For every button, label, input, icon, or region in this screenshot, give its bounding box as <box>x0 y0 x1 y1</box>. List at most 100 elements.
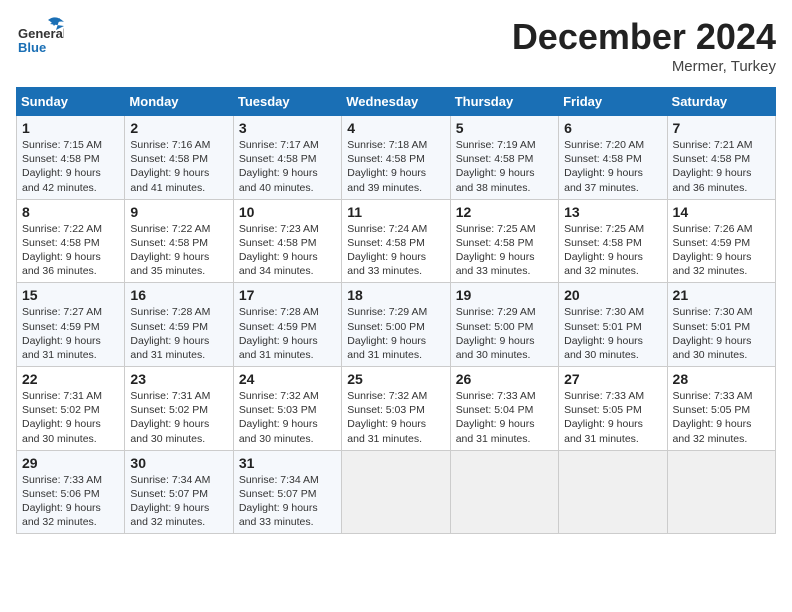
day-number: 3 <box>239 120 336 136</box>
day-info: Sunrise: 7:18 AMSunset: 4:58 PMDaylight:… <box>347 139 427 194</box>
calendar-week-5: 29 Sunrise: 7:33 AMSunset: 5:06 PMDaylig… <box>17 450 776 534</box>
day-number: 10 <box>239 204 336 220</box>
calendar-cell <box>450 450 558 534</box>
day-info: Sunrise: 7:29 AMSunset: 5:00 PMDaylight:… <box>347 306 427 361</box>
day-number: 17 <box>239 287 336 303</box>
calendar-subtitle: Mermer, Turkey <box>512 58 776 75</box>
col-wednesday: Wednesday <box>342 88 450 116</box>
calendar-cell: 23 Sunrise: 7:31 AMSunset: 5:02 PMDaylig… <box>125 367 233 451</box>
day-number: 26 <box>456 371 553 387</box>
calendar-cell: 19 Sunrise: 7:29 AMSunset: 5:00 PMDaylig… <box>450 283 558 367</box>
calendar-cell: 3 Sunrise: 7:17 AMSunset: 4:58 PMDayligh… <box>233 116 341 200</box>
day-info: Sunrise: 7:34 AMSunset: 5:07 PMDaylight:… <box>130 474 210 529</box>
day-number: 18 <box>347 287 444 303</box>
day-info: Sunrise: 7:31 AMSunset: 5:02 PMDaylight:… <box>130 390 210 445</box>
calendar-cell: 22 Sunrise: 7:31 AMSunset: 5:02 PMDaylig… <box>17 367 125 451</box>
day-info: Sunrise: 7:33 AMSunset: 5:06 PMDaylight:… <box>22 474 102 529</box>
calendar-cell: 7 Sunrise: 7:21 AMSunset: 4:58 PMDayligh… <box>667 116 775 200</box>
day-info: Sunrise: 7:33 AMSunset: 5:05 PMDaylight:… <box>564 390 644 445</box>
calendar-cell: 6 Sunrise: 7:20 AMSunset: 4:58 PMDayligh… <box>559 116 667 200</box>
calendar-cell: 16 Sunrise: 7:28 AMSunset: 4:59 PMDaylig… <box>125 283 233 367</box>
day-info: Sunrise: 7:22 AMSunset: 4:58 PMDaylight:… <box>22 223 102 278</box>
calendar-cell: 20 Sunrise: 7:30 AMSunset: 5:01 PMDaylig… <box>559 283 667 367</box>
day-number: 7 <box>673 120 770 136</box>
day-number: 20 <box>564 287 661 303</box>
calendar-week-4: 22 Sunrise: 7:31 AMSunset: 5:02 PMDaylig… <box>17 367 776 451</box>
day-info: Sunrise: 7:19 AMSunset: 4:58 PMDaylight:… <box>456 139 536 194</box>
calendar-cell: 1 Sunrise: 7:15 AMSunset: 4:58 PMDayligh… <box>17 116 125 200</box>
day-info: Sunrise: 7:34 AMSunset: 5:07 PMDaylight:… <box>239 474 319 529</box>
day-info: Sunrise: 7:32 AMSunset: 5:03 PMDaylight:… <box>239 390 319 445</box>
calendar-week-1: 1 Sunrise: 7:15 AMSunset: 4:58 PMDayligh… <box>17 116 776 200</box>
calendar-cell: 29 Sunrise: 7:33 AMSunset: 5:06 PMDaylig… <box>17 450 125 534</box>
day-info: Sunrise: 7:30 AMSunset: 5:01 PMDaylight:… <box>564 306 644 361</box>
day-info: Sunrise: 7:21 AMSunset: 4:58 PMDaylight:… <box>673 139 753 194</box>
title-block: December 2024 Mermer, Turkey <box>512 16 776 75</box>
day-info: Sunrise: 7:33 AMSunset: 5:04 PMDaylight:… <box>456 390 536 445</box>
logo: General Blue <box>16 16 64 69</box>
day-number: 19 <box>456 287 553 303</box>
calendar-cell: 30 Sunrise: 7:34 AMSunset: 5:07 PMDaylig… <box>125 450 233 534</box>
day-number: 25 <box>347 371 444 387</box>
svg-text:Blue: Blue <box>18 40 46 55</box>
calendar-cell: 24 Sunrise: 7:32 AMSunset: 5:03 PMDaylig… <box>233 367 341 451</box>
calendar-cell: 15 Sunrise: 7:27 AMSunset: 4:59 PMDaylig… <box>17 283 125 367</box>
calendar-cell: 2 Sunrise: 7:16 AMSunset: 4:58 PMDayligh… <box>125 116 233 200</box>
day-number: 5 <box>456 120 553 136</box>
calendar-title: December 2024 <box>512 16 776 58</box>
day-number: 24 <box>239 371 336 387</box>
day-info: Sunrise: 7:24 AMSunset: 4:58 PMDaylight:… <box>347 223 427 278</box>
col-monday: Monday <box>125 88 233 116</box>
calendar-cell: 27 Sunrise: 7:33 AMSunset: 5:05 PMDaylig… <box>559 367 667 451</box>
day-number: 23 <box>130 371 227 387</box>
day-number: 1 <box>22 120 119 136</box>
col-tuesday: Tuesday <box>233 88 341 116</box>
calendar-cell: 18 Sunrise: 7:29 AMSunset: 5:00 PMDaylig… <box>342 283 450 367</box>
day-info: Sunrise: 7:28 AMSunset: 4:59 PMDaylight:… <box>239 306 319 361</box>
day-info: Sunrise: 7:33 AMSunset: 5:05 PMDaylight:… <box>673 390 753 445</box>
day-info: Sunrise: 7:26 AMSunset: 4:59 PMDaylight:… <box>673 223 753 278</box>
calendar-cell <box>667 450 775 534</box>
calendar-cell: 14 Sunrise: 7:26 AMSunset: 4:59 PMDaylig… <box>667 199 775 283</box>
calendar-cell: 10 Sunrise: 7:23 AMSunset: 4:58 PMDaylig… <box>233 199 341 283</box>
day-number: 22 <box>22 371 119 387</box>
calendar-cell: 31 Sunrise: 7:34 AMSunset: 5:07 PMDaylig… <box>233 450 341 534</box>
calendar-cell <box>559 450 667 534</box>
day-number: 13 <box>564 204 661 220</box>
day-number: 9 <box>130 204 227 220</box>
calendar-cell: 25 Sunrise: 7:32 AMSunset: 5:03 PMDaylig… <box>342 367 450 451</box>
day-number: 31 <box>239 455 336 471</box>
col-thursday: Thursday <box>450 88 558 116</box>
logo-text: General Blue <box>16 16 64 69</box>
calendar-cell: 4 Sunrise: 7:18 AMSunset: 4:58 PMDayligh… <box>342 116 450 200</box>
day-number: 28 <box>673 371 770 387</box>
logo-icon: General Blue <box>16 16 64 64</box>
day-number: 15 <box>22 287 119 303</box>
col-friday: Friday <box>559 88 667 116</box>
page-header: General Blue December 2024 Mermer, Turke… <box>16 16 776 75</box>
day-number: 30 <box>130 455 227 471</box>
day-info: Sunrise: 7:17 AMSunset: 4:58 PMDaylight:… <box>239 139 319 194</box>
calendar-cell: 26 Sunrise: 7:33 AMSunset: 5:04 PMDaylig… <box>450 367 558 451</box>
header-row: Sunday Monday Tuesday Wednesday Thursday… <box>17 88 776 116</box>
day-info: Sunrise: 7:29 AMSunset: 5:00 PMDaylight:… <box>456 306 536 361</box>
day-info: Sunrise: 7:16 AMSunset: 4:58 PMDaylight:… <box>130 139 210 194</box>
day-info: Sunrise: 7:22 AMSunset: 4:58 PMDaylight:… <box>130 223 210 278</box>
calendar-cell: 9 Sunrise: 7:22 AMSunset: 4:58 PMDayligh… <box>125 199 233 283</box>
calendar-cell: 8 Sunrise: 7:22 AMSunset: 4:58 PMDayligh… <box>17 199 125 283</box>
day-info: Sunrise: 7:32 AMSunset: 5:03 PMDaylight:… <box>347 390 427 445</box>
calendar-table: Sunday Monday Tuesday Wednesday Thursday… <box>16 87 776 534</box>
calendar-week-3: 15 Sunrise: 7:27 AMSunset: 4:59 PMDaylig… <box>17 283 776 367</box>
day-info: Sunrise: 7:28 AMSunset: 4:59 PMDaylight:… <box>130 306 210 361</box>
calendar-cell: 21 Sunrise: 7:30 AMSunset: 5:01 PMDaylig… <box>667 283 775 367</box>
day-number: 8 <box>22 204 119 220</box>
calendar-cell: 12 Sunrise: 7:25 AMSunset: 4:58 PMDaylig… <box>450 199 558 283</box>
day-number: 11 <box>347 204 444 220</box>
calendar-week-2: 8 Sunrise: 7:22 AMSunset: 4:58 PMDayligh… <box>17 199 776 283</box>
day-info: Sunrise: 7:23 AMSunset: 4:58 PMDaylight:… <box>239 223 319 278</box>
day-info: Sunrise: 7:25 AMSunset: 4:58 PMDaylight:… <box>564 223 644 278</box>
day-number: 4 <box>347 120 444 136</box>
day-number: 27 <box>564 371 661 387</box>
calendar-cell: 28 Sunrise: 7:33 AMSunset: 5:05 PMDaylig… <box>667 367 775 451</box>
day-number: 12 <box>456 204 553 220</box>
